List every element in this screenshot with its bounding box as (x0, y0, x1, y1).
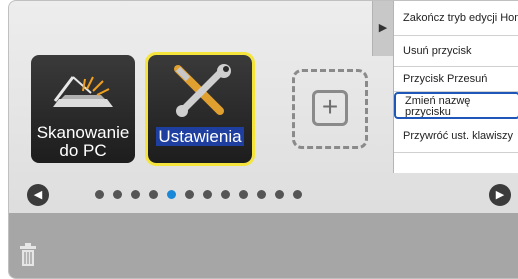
page-dot (239, 190, 248, 199)
tile-label: Ustawienia (148, 127, 252, 147)
menu-item-rename-button[interactable]: Zmień nazwę przycisku (394, 92, 518, 119)
scan-to-pc-tile[interactable]: Skanowanie do PC (31, 55, 135, 163)
next-page-button[interactable]: ▶ (489, 184, 511, 206)
page-indicator (95, 190, 302, 199)
settings-tile[interactable]: Ustawienia (145, 52, 255, 166)
edit-menu: Zakończ tryb edycji Home Usuń przycisk P… (393, 1, 518, 173)
page-dot (95, 190, 104, 199)
settings-label-text: Ustawienia (156, 127, 244, 146)
page-dot (257, 190, 266, 199)
menu-item-restore-keys[interactable]: Przywróć ust. klawiszy (394, 119, 518, 153)
menu-item-exit-edit-mode[interactable]: Zakończ tryb edycji Home (394, 1, 518, 36)
tile-label-line2: do PC (59, 141, 107, 160)
page-dot (149, 190, 158, 199)
home-screen: Skanowanie do PC Ustawienia + ◀ ▶ ▶ Zako… (8, 0, 518, 279)
plus-icon: + (312, 90, 348, 126)
page-dot (221, 190, 230, 199)
bottom-bar (9, 213, 518, 278)
page-dot-active (167, 190, 176, 199)
scanner-icon (53, 76, 113, 107)
tile-label-line1: Skanowanie (36, 123, 130, 142)
prev-page-button[interactable]: ◀ (27, 184, 49, 206)
page-dot (293, 190, 302, 199)
trash-icon[interactable] (19, 243, 37, 267)
page-dot (131, 190, 140, 199)
page-dot (185, 190, 194, 199)
add-button-placeholder[interactable]: + (292, 69, 368, 149)
page-dot (203, 190, 212, 199)
wrench-screwdriver-icon (174, 64, 231, 117)
expand-arrow-icon[interactable]: ▶ (372, 1, 393, 56)
menu-item-delete-button[interactable]: Usuń przycisk (394, 36, 518, 67)
page-dot (113, 190, 122, 199)
menu-item-move-button[interactable]: Przycisk Przesuń (394, 67, 518, 92)
page-dot (275, 190, 284, 199)
